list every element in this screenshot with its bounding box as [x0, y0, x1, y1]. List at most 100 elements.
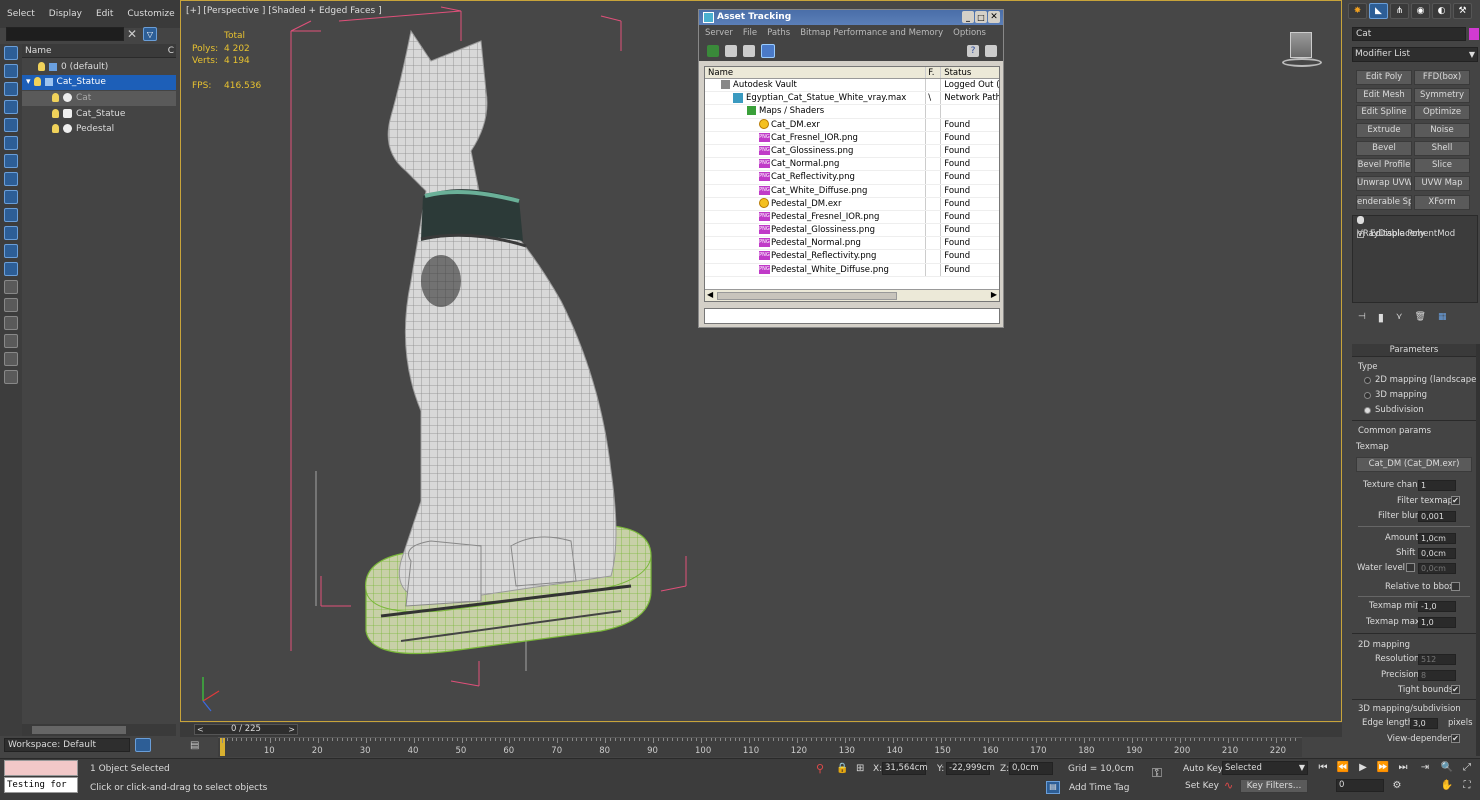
- set-key-button[interactable]: Set Key: [1185, 781, 1219, 791]
- precision-input[interactable]: 8: [1418, 670, 1456, 681]
- display-groups-icon[interactable]: [4, 172, 18, 186]
- display-none-icon[interactable]: [4, 280, 18, 294]
- workspace-dropdown[interactable]: Workspace: Default: [4, 738, 130, 752]
- display-xrefs-icon[interactable]: [4, 190, 18, 204]
- scrollbar-thumb[interactable]: [32, 726, 126, 734]
- asset-row[interactable]: PNGCat_Fresnel_IOR.png Found: [705, 131, 999, 145]
- auto-key-button[interactable]: Auto Key: [1183, 764, 1223, 774]
- lightbulb-icon[interactable]: [52, 109, 59, 118]
- y-coord-input[interactable]: -22,999cm: [946, 762, 995, 775]
- asset-menu-server[interactable]: Server: [705, 28, 733, 38]
- expand-arrow-icon[interactable]: ▾: [26, 77, 31, 87]
- parameters-header[interactable]: Parameters: [1352, 344, 1476, 357]
- view-dependent-checkbox[interactable]: ✔: [1451, 734, 1460, 743]
- display-tab-icon[interactable]: ◐: [1432, 3, 1451, 19]
- texture-chan-input[interactable]: 1: [1418, 480, 1456, 491]
- texmap-max-input[interactable]: 1,0: [1418, 617, 1456, 628]
- maxscript-listener-input[interactable]: Testing for: [4, 777, 78, 793]
- configure-modifier-sets-icon[interactable]: ▦: [1438, 312, 1447, 322]
- asset-row[interactable]: Egyptian_Cat_Statue_White_vray.max \ Netwo…: [705, 92, 999, 106]
- layer-settings-icon[interactable]: [4, 352, 18, 366]
- thumbnail-view-icon[interactable]: [743, 45, 755, 57]
- display-children-icon[interactable]: [4, 316, 18, 330]
- modifier-list-dropdown[interactable]: Modifier List ▼: [1352, 47, 1478, 62]
- explorer-header-name[interactable]: Name: [25, 46, 52, 56]
- mod-bevel-button[interactable]: Bevel: [1356, 141, 1412, 156]
- viewcube-icon[interactable]: [1274, 28, 1328, 68]
- list-options-icon[interactable]: [4, 370, 18, 384]
- filter-texmap-checkbox[interactable]: ✔: [1451, 496, 1460, 505]
- col-status[interactable]: Status: [941, 67, 999, 78]
- display-hidden-icon[interactable]: [4, 262, 18, 276]
- mod-edit-spline-button[interactable]: Edit Spline: [1356, 105, 1412, 120]
- lightbulb-icon[interactable]: [38, 62, 45, 71]
- mod-unwrap-uvw-button[interactable]: Unwrap UVW: [1356, 176, 1412, 191]
- time-config-icon[interactable]: ⚙: [1390, 779, 1404, 792]
- lock-icon[interactable]: 🔒: [836, 763, 848, 774]
- play-icon[interactable]: ▶: [1356, 761, 1370, 774]
- asset-menu-bitmap[interactable]: Bitmap Performance and Memory: [800, 28, 943, 38]
- mod-slice-button[interactable]: Slice: [1414, 158, 1470, 173]
- edge-length-input[interactable]: 3,0: [1410, 718, 1438, 729]
- asset-row[interactable]: Maps / Shaders: [705, 105, 999, 119]
- stack-item-vray-displacement[interactable]: VRayDisplacementMod: [1353, 216, 1477, 239]
- radio-3d-mapping[interactable]: [1364, 392, 1371, 399]
- asset-path-field[interactable]: [704, 308, 1000, 324]
- filter-blur-input[interactable]: 0,001: [1418, 511, 1456, 522]
- key-filters-button[interactable]: Key Filters...: [1240, 779, 1308, 793]
- maxscript-listener-output[interactable]: [4, 760, 78, 776]
- filter-icon[interactable]: ▽: [143, 27, 157, 41]
- asset-row[interactable]: Pedestal_DM.exr Found: [705, 197, 999, 211]
- isolate-icon[interactable]: ⚲: [816, 762, 824, 775]
- x-coord-input[interactable]: 31,564cm: [882, 762, 928, 775]
- make-unique-icon[interactable]: ⋎: [1396, 312, 1403, 322]
- utilities-tab-icon[interactable]: ⚒: [1453, 3, 1472, 19]
- display-frozen-icon[interactable]: [4, 244, 18, 258]
- display-bones-icon[interactable]: [4, 208, 18, 222]
- transform-mode-icon[interactable]: ⊞: [856, 763, 864, 774]
- key-icon[interactable]: ⚿: [1152, 766, 1162, 781]
- display-shapes-icon[interactable]: [4, 82, 18, 96]
- layer-explorer-icon[interactable]: [135, 738, 151, 752]
- water-level-input[interactable]: 0,0cm: [1418, 563, 1456, 574]
- current-frame-input[interactable]: 0: [1336, 779, 1384, 792]
- asset-menu-options[interactable]: Options: [953, 28, 986, 38]
- resolution-input[interactable]: 512: [1418, 654, 1456, 665]
- asset-row[interactable]: PNGPedestal_Normal.png Found: [705, 237, 999, 251]
- modify-tab-icon[interactable]: ◣: [1369, 3, 1388, 19]
- explorer-hscrollbar[interactable]: [22, 724, 176, 736]
- display-invert-icon[interactable]: [4, 298, 18, 312]
- asset-row[interactable]: PNGPedestal_White_Diffuse.png Found: [705, 263, 999, 277]
- display-cameras-icon[interactable]: [4, 118, 18, 132]
- object-name-field[interactable]: Cat: [1352, 27, 1466, 41]
- amount-input[interactable]: 1,0cm: [1418, 533, 1456, 544]
- menu-customize[interactable]: Customize: [120, 9, 181, 19]
- tree-item-cat-statue-layer[interactable]: ▾ Cat_Statue: [22, 75, 176, 90]
- zoom-extents-icon[interactable]: ⤢: [1460, 761, 1474, 774]
- mod-edit-mesh-button[interactable]: Edit Mesh: [1356, 88, 1412, 103]
- key-mode-icon[interactable]: ⇥: [1418, 761, 1432, 774]
- settings-icon[interactable]: [985, 45, 997, 57]
- col-f[interactable]: F.: [926, 67, 942, 78]
- shift-input[interactable]: 0,0cm: [1418, 548, 1456, 559]
- lightbulb-icon[interactable]: [1357, 216, 1364, 224]
- menu-display[interactable]: Display: [42, 9, 89, 19]
- motion-tab-icon[interactable]: ◉: [1411, 3, 1430, 19]
- mod-renderable-spline-button[interactable]: enderable Splin: [1356, 195, 1412, 210]
- asset-row[interactable]: PNGCat_Normal.png Found: [705, 158, 999, 172]
- scene-search-input[interactable]: [6, 27, 124, 41]
- funnel-icon[interactable]: [4, 334, 18, 348]
- list-view-icon[interactable]: [725, 45, 737, 57]
- expand-plus-icon[interactable]: +: [1357, 231, 1364, 238]
- lightbulb-icon[interactable]: [33, 77, 41, 86]
- mod-optimize-button[interactable]: Optimize: [1414, 105, 1470, 120]
- tree-item-cat-statue-group[interactable]: Cat_Statue: [22, 107, 176, 122]
- scroll-right-icon[interactable]: ▶: [991, 290, 997, 299]
- asset-row[interactable]: PNGCat_White_Diffuse.png Found: [705, 184, 999, 198]
- minimize-icon[interactable]: _: [962, 11, 974, 23]
- clear-search-icon[interactable]: ✕: [127, 27, 137, 41]
- previous-frame-icon[interactable]: ⏪: [1336, 761, 1350, 774]
- display-lights-icon[interactable]: [4, 100, 18, 114]
- maximize-icon[interactable]: □: [975, 11, 987, 23]
- maximize-viewport-icon[interactable]: ⛶: [1460, 779, 1474, 792]
